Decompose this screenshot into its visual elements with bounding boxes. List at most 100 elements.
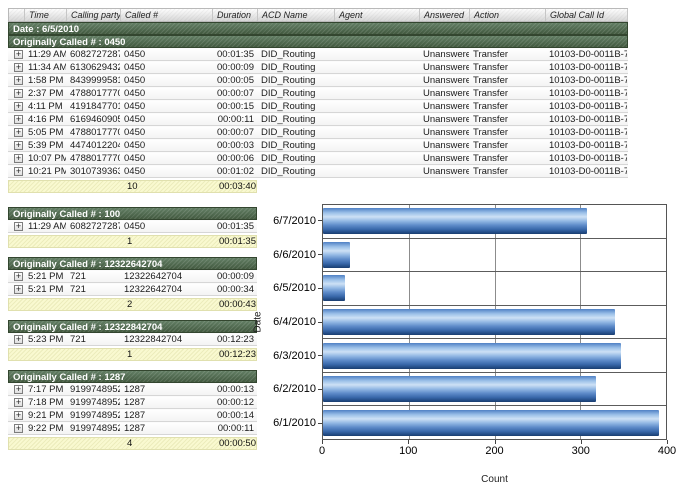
chart-bar-1 [323,242,350,268]
y-tick-label: 6/1/2010 [264,406,322,440]
cell-answered: Unanswered [419,153,469,164]
cell-expand: + [8,221,24,232]
group-summary-row: 1000:03:40 [8,180,257,193]
cell-acd: DID_Routing [257,114,334,125]
y-tick-label: 6/5/2010 [264,271,322,305]
expand-row-button[interactable]: + [14,115,23,124]
expand-row-button[interactable]: + [14,411,23,420]
group-summary-row: 200:00:43 [8,298,257,311]
x-tick-label: 400 [658,445,676,457]
cell-calling: 8439999581 [66,75,120,86]
cell-called: 1287 [120,410,212,421]
cell-expand: + [8,88,24,99]
chart-bar-6 [323,410,659,436]
cell-acd: DID_Routing [257,49,334,60]
expand-row-button[interactable]: + [14,76,23,85]
expand-row-button[interactable]: + [14,398,23,407]
y-tick-text: 6/1/2010 [273,417,316,429]
y-tick-text: 6/4/2010 [273,316,316,328]
cell-global_id: 10103-D0-0011B-77F [545,166,627,177]
x-tick-mark [581,440,582,444]
cell-agent [334,75,419,86]
table-row: +9:21 PM9199748952128700:00:14 [8,409,257,422]
cell-expand: + [8,101,24,112]
x-tick-label: 300 [572,445,590,457]
column-header-action: Action [470,9,546,21]
expand-row-button[interactable]: + [14,385,23,394]
x-tick-label: 200 [485,445,503,457]
cell-time: 11:29 AM [24,221,66,232]
y-tick-text: 6/5/2010 [273,282,316,294]
table-row: +5:23 PM7211232284270400:12:23 [8,333,257,346]
cell-expand: + [8,62,24,73]
cell-duration: 00:00:09 [212,62,257,73]
cell-global_id: 10103-D0-0011B-773 [545,114,627,125]
cell-time: 4:16 PM [24,114,66,125]
cell-expand: + [8,334,24,345]
column-header-answered: Answered [420,9,470,21]
chart-bar-0 [323,208,587,234]
plot-rows [323,205,666,439]
table-row: +9:22 PM9199748952128700:00:11 [8,422,257,435]
expand-row-button[interactable]: + [14,63,23,72]
cell-called: 12322842704 [120,334,212,345]
expand-row-button[interactable]: + [14,167,23,176]
cell-global_id: 10103-D0-0011B-774 [545,127,627,138]
expand-row-button[interactable]: + [14,50,23,59]
plot-category-row [323,373,666,407]
cell-calling: 4474012204 [66,140,120,151]
plot-category-row [323,272,666,306]
cell-duration: 00:12:23 [212,334,257,345]
expand-row-button[interactable]: + [14,102,23,111]
cell-calling: 9199748952 [66,397,120,408]
cell-answered: Unanswered [419,127,469,138]
plot-category-row [323,205,666,239]
summary-total-duration: 00:12:23 [213,349,256,360]
plot-category-row [323,239,666,273]
column-header-called: Called # [121,9,213,21]
expand-row-button[interactable]: + [14,335,23,344]
expand-row-button[interactable]: + [14,128,23,137]
cell-calling: 6082727287 [66,49,120,60]
cell-duration: 00:01:02 [212,166,257,177]
expand-row-button[interactable]: + [14,141,23,150]
column-header-duration: Duration [213,9,258,21]
x-tick-mark [495,440,496,444]
cell-time: 5:23 PM [24,334,66,345]
expand-row-button[interactable]: + [14,285,23,294]
table-row: +10:07 PM4788017770045000:00:06DID_Routi… [8,152,628,165]
cell-agent [334,88,419,99]
y-tick-text: 6/2/2010 [273,383,316,395]
expand-row-button[interactable]: + [14,272,23,281]
cell-agent [334,140,419,151]
cell-expand: + [8,153,24,164]
cell-duration: 00:01:35 [212,49,257,60]
cell-action: Transfer [469,114,545,125]
expand-row-button[interactable]: + [14,424,23,433]
cell-acd: DID_Routing [257,153,334,164]
cell-called: 0450 [120,49,212,60]
cell-duration: 00:00:07 [212,88,257,99]
cell-time: 11:29 AM [24,49,66,60]
expand-row-button[interactable]: + [14,89,23,98]
cell-action: Transfer [469,62,545,73]
y-tick-text: 6/7/2010 [273,215,316,227]
y-axis-labels: 6/7/20106/6/20106/5/20106/4/20106/3/2010… [264,204,322,440]
y-tick-label: 6/2/2010 [264,373,322,407]
expand-row-button[interactable]: + [14,154,23,163]
expand-row-button[interactable]: + [14,222,23,231]
cell-agent [334,114,419,125]
cell-agent [334,166,419,177]
cell-duration: 00:01:35 [212,221,257,232]
cell-calling: 4788017770 [66,127,120,138]
cell-duration: 00:00:15 [212,101,257,112]
table-row: +11:29 AM6082727287045000:01:35DID_Routi… [8,48,628,61]
cell-time: 10:21 PM [24,166,66,177]
cell-calling: 6169460905 [66,114,120,125]
group-summary-row: 400:00:50 [8,437,257,450]
cell-called: 12322642704 [120,271,212,282]
cell-calling: 721 [66,334,120,345]
x-tick-mark [667,440,668,444]
cell-acd: DID_Routing [257,127,334,138]
y-tick-label: 6/4/2010 [264,305,322,339]
